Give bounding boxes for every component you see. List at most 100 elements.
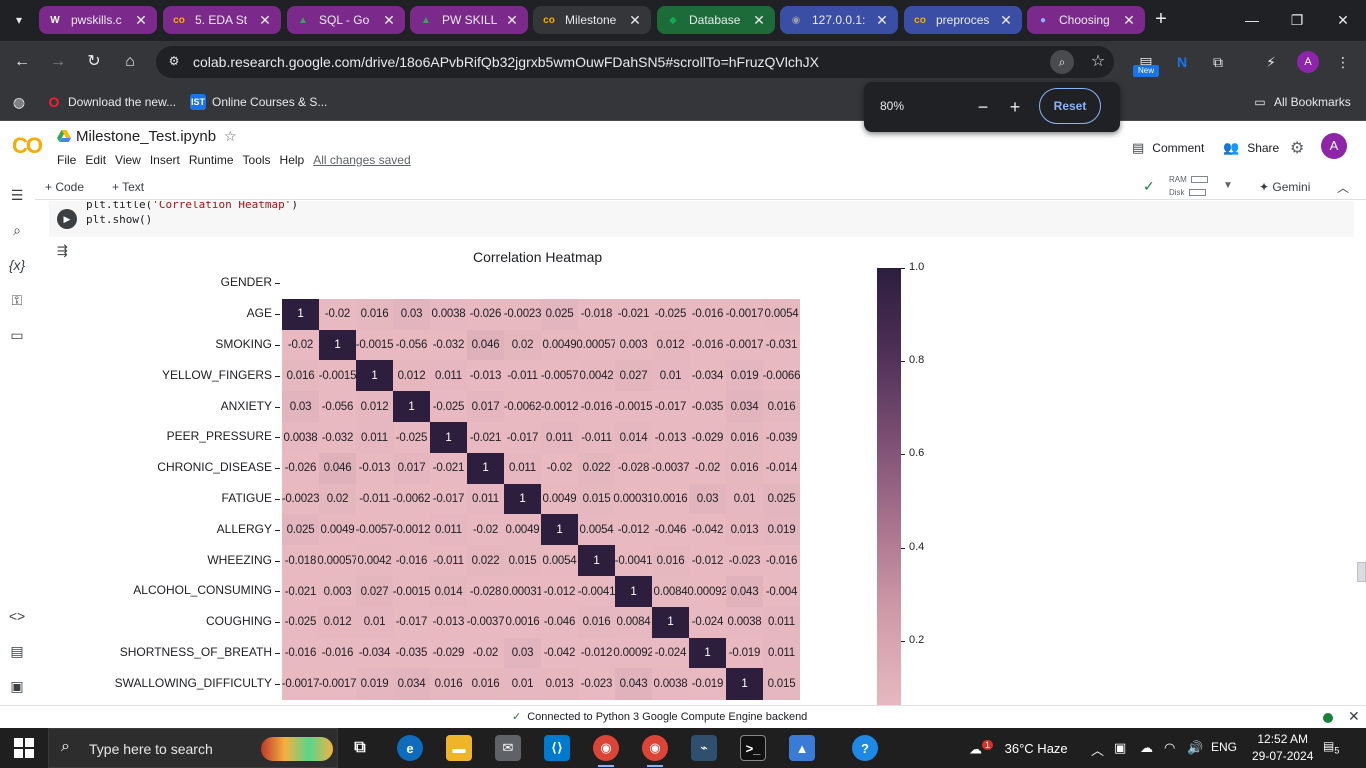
help-icon[interactable]: ?	[852, 735, 878, 761]
zoom-icon[interactable]: ⌕	[1050, 50, 1074, 74]
code-line-2[interactable]: plt.show()	[86, 213, 152, 226]
connection-status[interactable]: ✓ Connected to Python 3 Google Compute En…	[512, 710, 807, 723]
tab-close-icon[interactable]: ✕	[257, 12, 273, 29]
clock[interactable]: 12:52 AM 29-07-2024	[1252, 731, 1313, 765]
wifi-icon[interactable]: ◠	[1164, 740, 1175, 756]
run-cell-button[interactable]: ▶	[57, 209, 77, 229]
resource-monitor[interactable]: RAM Disk	[1169, 173, 1208, 199]
terminal-app-icon[interactable]: >_	[740, 735, 766, 761]
share-button[interactable]: 👥 Share	[1223, 138, 1279, 158]
browser-tab[interactable]: co Milestone ✕	[533, 6, 651, 34]
windows-start-icon[interactable]	[14, 738, 34, 758]
menu-view[interactable]: View	[115, 153, 141, 167]
files-folder-icon[interactable]: ▭	[6, 324, 28, 346]
tab-close-icon[interactable]: ✕	[1121, 12, 1137, 29]
chrome-icon[interactable]: ◉	[593, 735, 619, 761]
browser-tab[interactable]: ▲ SQL - Go ✕	[287, 6, 405, 34]
settings-gear-icon[interactable]: ⚙	[1290, 138, 1308, 157]
secrets-key-icon[interactable]: ⚿	[6, 289, 28, 311]
show-hidden-icons[interactable]: ︿	[1091, 740, 1104, 759]
vscode-icon[interactable]: ⟨⟩	[544, 735, 570, 761]
tab-close-icon[interactable]: ✕	[751, 12, 767, 29]
zoom-out-button[interactable]: −	[971, 95, 995, 119]
bookmark-star-icon[interactable]: ☆	[1086, 50, 1110, 74]
weather-widget[interactable]: ☁ 1 36°C Haze	[969, 740, 1068, 757]
variables-icon[interactable]: {x}	[6, 254, 28, 276]
browser-tab[interactable]: Wpwskills.c ✕	[39, 6, 157, 34]
back-icon[interactable]: ←	[10, 50, 34, 74]
menu-insert[interactable]: Insert	[150, 153, 180, 167]
find-icon[interactable]: ⌕	[6, 219, 28, 241]
scrollbar-thumb[interactable]	[1357, 562, 1366, 582]
zoom-reset-button[interactable]: Reset	[1039, 88, 1101, 124]
browser-menu-icon[interactable]: ⋮	[1331, 50, 1355, 74]
sql-tool-icon[interactable]: ⌁	[691, 735, 717, 761]
tab-close-icon[interactable]: ✕	[381, 12, 397, 29]
tab-close-icon[interactable]: ✕	[998, 12, 1014, 29]
tab-close-icon[interactable]: ✕	[627, 12, 643, 29]
minimize-icon[interactable]: —	[1238, 8, 1266, 32]
comment-button[interactable]: ▤ Comment	[1132, 138, 1204, 158]
apps-icon[interactable]: ◍	[11, 93, 33, 111]
google-drive-icon[interactable]	[57, 129, 71, 143]
output-options-icon[interactable]: ⇶	[57, 243, 68, 259]
tab-close-icon[interactable]: ✕	[504, 12, 520, 29]
tab-close-icon[interactable]: ✕	[133, 12, 149, 29]
volume-icon[interactable]: 🔊	[1187, 740, 1203, 756]
address-bar[interactable]: ⚙ colab.research.google.com/drive/18o6AP…	[156, 46, 1114, 78]
code-snippets-icon[interactable]: <>	[6, 605, 28, 627]
code-line-1[interactable]: plt.title('Correlation Heatmap')	[86, 201, 298, 211]
url-text[interactable]: colab.research.google.com/drive/18o6APvb…	[193, 54, 819, 70]
file-explorer-icon[interactable]: ▬	[446, 735, 472, 761]
account-avatar[interactable]: A	[1321, 133, 1347, 159]
new-tab-button[interactable]: +	[1150, 9, 1172, 31]
menu-tools[interactable]: Tools	[243, 153, 271, 167]
mail-icon[interactable]: ✉	[495, 735, 521, 761]
reload-icon[interactable]: ↻	[82, 50, 106, 74]
menu-help[interactable]: Help	[280, 153, 305, 167]
star-notebook-icon[interactable]: ☆	[224, 128, 237, 145]
home-icon[interactable]: ⌂	[118, 50, 142, 74]
browser-tab[interactable]: co preproces ✕	[904, 6, 1022, 34]
notifications-icon[interactable]: ▤5	[1323, 739, 1343, 757]
menu-file[interactable]: File	[57, 153, 76, 167]
extension-n-icon[interactable]: N	[1170, 50, 1194, 74]
browser-tab[interactable]: co 5. EDA St ✕	[163, 6, 281, 34]
close-window-icon[interactable]: ✕	[1329, 8, 1357, 32]
chrome-profile-icon[interactable]: ◉	[642, 735, 668, 761]
runtime-dropdown-icon[interactable]: ▼	[1223, 180, 1233, 191]
terminal-icon[interactable]: ▣	[6, 675, 28, 697]
browser-tab[interactable]: ◆ Database ✕	[657, 6, 775, 34]
profile-avatar[interactable]: A	[1297, 51, 1319, 73]
zoom-in-button[interactable]: +	[1003, 95, 1027, 119]
tab-search-icon[interactable]: ▾	[6, 8, 32, 32]
collapse-header-icon[interactable]: ︿	[1337, 179, 1349, 196]
code-cell[interactable]: ▶ plt.title('Correlation Heatmap') plt.s…	[49, 201, 1354, 237]
browser-tab[interactable]: ◉ 127.0.0.1: ✕	[780, 6, 898, 34]
onedrive-icon[interactable]: ☁	[1140, 740, 1153, 756]
notebook-title[interactable]: Milestone_Test.ipynb	[76, 128, 216, 145]
restore-icon[interactable]: ❐	[1283, 8, 1311, 32]
gemini-button[interactable]: ✦ Gemini	[1259, 180, 1310, 194]
colab-logo[interactable]: CO	[12, 133, 46, 159]
taskbar-search[interactable]: ⌕ Type here to search	[48, 728, 338, 768]
menu-edit[interactable]: Edit	[85, 153, 106, 167]
site-info-icon[interactable]: ⚙	[166, 54, 182, 70]
extensions-puzzle-icon[interactable]: ⧉	[1206, 50, 1230, 74]
tray-device-icon[interactable]: ▣	[1114, 740, 1126, 756]
table-of-contents-icon[interactable]: ☰	[6, 184, 28, 206]
bookmark-online-courses[interactable]: IST Online Courses & S...	[190, 93, 327, 111]
task-view-icon[interactable]: ⧉	[347, 735, 373, 761]
browser-tab[interactable]: ● Choosing ✕	[1027, 6, 1145, 34]
performance-icon[interactable]: ⚡	[1259, 50, 1283, 74]
language-indicator[interactable]: ENG	[1211, 740, 1237, 754]
photos-icon[interactable]: ▲	[789, 735, 815, 761]
add-code-button[interactable]: + Code	[45, 180, 84, 194]
tab-close-icon[interactable]: ✕	[874, 12, 890, 29]
menu-runtime[interactable]: Runtime	[189, 153, 234, 167]
save-status[interactable]: All changes saved	[313, 153, 410, 167]
command-palette-icon[interactable]: ▤	[6, 640, 28, 662]
add-text-button[interactable]: + Text	[112, 180, 144, 194]
browser-tab[interactable]: ▲ PW SKILL ✕	[410, 6, 528, 34]
bookmark-opera[interactable]: O Download the new...	[46, 93, 177, 111]
